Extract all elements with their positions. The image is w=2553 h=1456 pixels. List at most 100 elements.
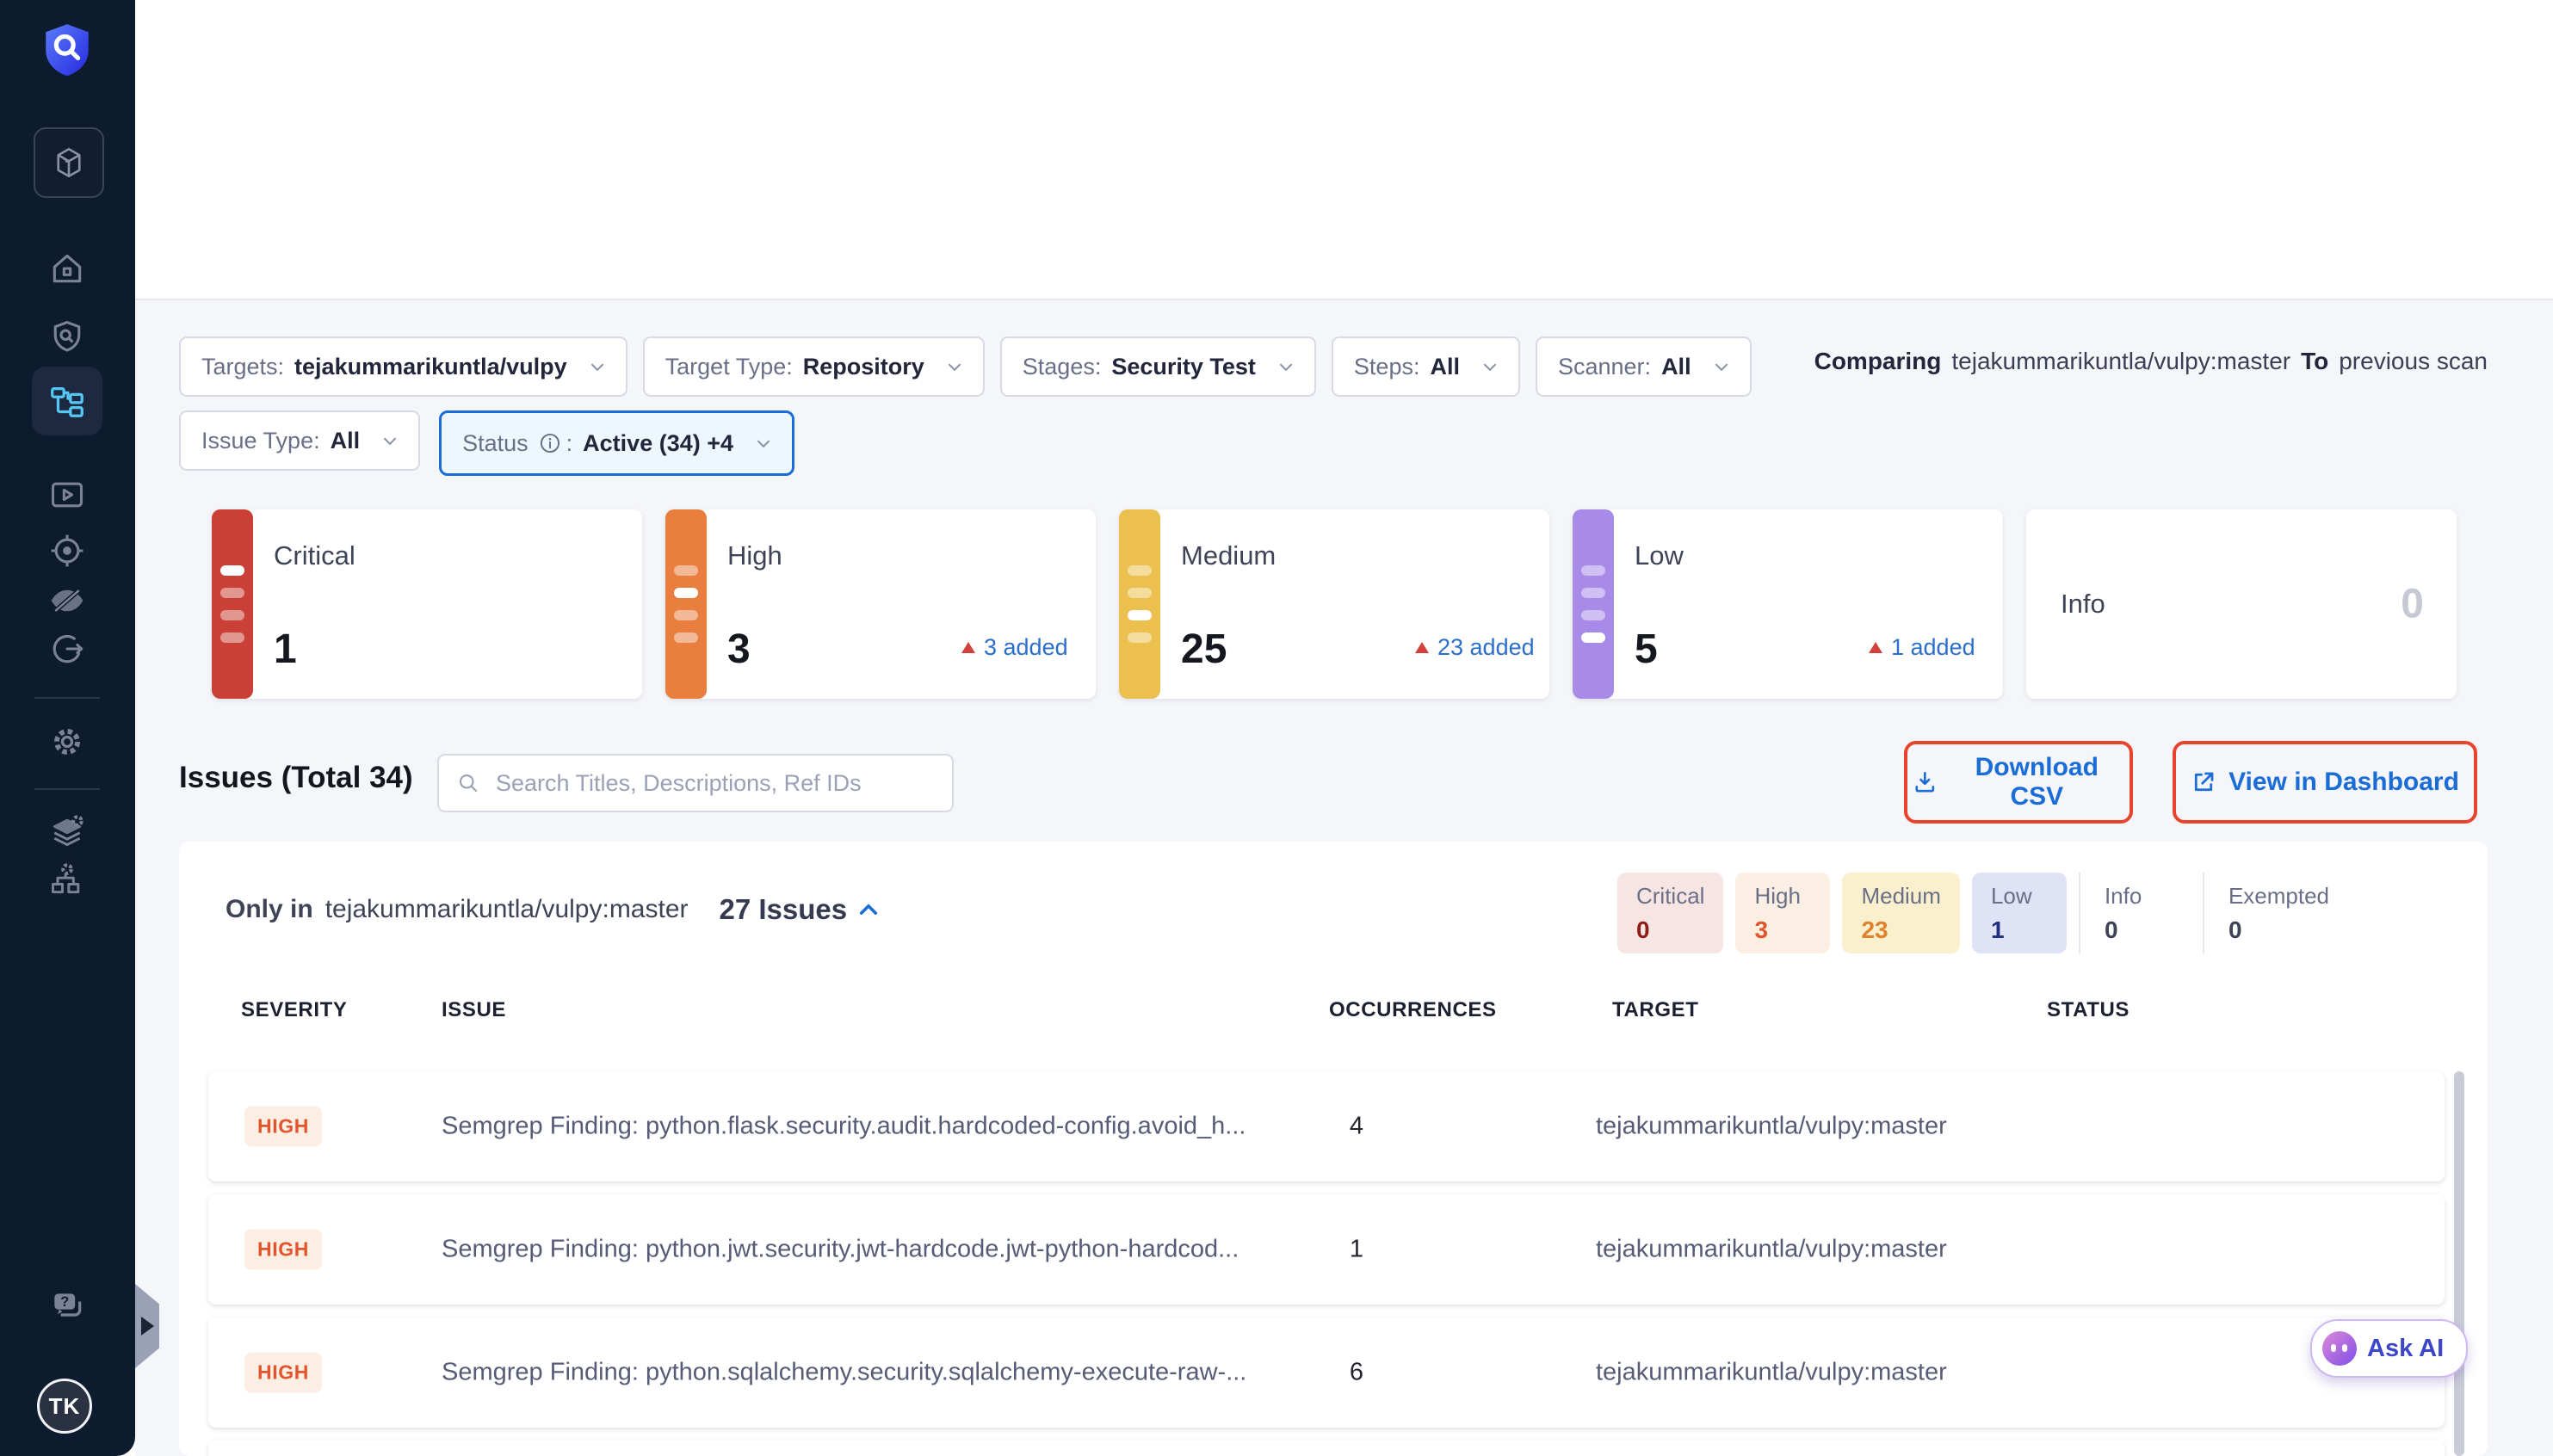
exemptions-nav-item[interactable]	[48, 582, 86, 620]
medium-card[interactable]: Medium 25 23 added	[1119, 509, 1549, 699]
col-header-issue: ISSUE	[442, 998, 506, 1022]
info-count: 0	[2401, 581, 2424, 628]
issue-title[interactable]: Semgrep Finding: python.flask.security.a…	[442, 1113, 1246, 1141]
occurrences-value: 6	[1338, 1359, 1375, 1387]
info-icon	[539, 432, 561, 454]
severity-badge: HIGH	[244, 1353, 322, 1393]
target-value: tejakummarikuntla/vulpy:master	[1596, 1359, 1947, 1387]
executions-nav-item[interactable]	[48, 476, 86, 514]
executions-icon	[48, 476, 86, 514]
comparing-target: tejakummarikuntla/vulpy:master	[1951, 348, 2290, 375]
subset-header[interactable]: Only in tejakummarikuntla/vulpy:master 2…	[226, 893, 878, 926]
table-scrollbar[interactable]	[2454, 1071, 2464, 1456]
comparing-baseline: previous scan	[2339, 348, 2488, 375]
eye-off-icon	[48, 582, 86, 620]
issue-title[interactable]: Semgrep Finding: python.jwt.security.jwt…	[442, 1236, 1239, 1264]
svg-text:?: ?	[60, 1294, 69, 1310]
severity-badge: HIGH	[244, 1230, 322, 1270]
target-value: tejakummarikuntla/vulpy:master	[1596, 1113, 1947, 1141]
help-button[interactable]: ?	[48, 1287, 86, 1325]
view-in-dashboard-button[interactable]: View in Dashboard	[2185, 767, 2464, 798]
occurrences-value: 1	[1338, 1236, 1375, 1264]
ai-mascot-icon	[2322, 1331, 2357, 1366]
medium-count: 25	[1181, 626, 1227, 673]
harness-sto-logo-icon[interactable]	[38, 21, 96, 77]
issue-type-filter-dropdown[interactable]: Issue Type:All	[179, 410, 420, 471]
filter-bar: Targets:tejakummarikuntla/vulpy Target T…	[179, 336, 1752, 397]
target-type-filter-dropdown[interactable]: Target Type:Repository	[643, 336, 985, 397]
sidebar-divider	[34, 788, 100, 790]
scanner-filter-dropdown[interactable]: Scanner:All	[1536, 336, 1752, 397]
pipelines-nav-item-active[interactable]	[32, 367, 102, 435]
targets-nav-item[interactable]	[48, 532, 86, 570]
home-icon	[48, 250, 86, 287]
left-nav-sidebar: ? TK	[0, 0, 135, 1456]
home-nav-item[interactable]	[48, 250, 86, 287]
exit-icon	[48, 630, 86, 668]
pill-info: Info0	[2079, 873, 2191, 953]
info-card[interactable]: Info 0	[2026, 509, 2457, 699]
target-icon	[48, 532, 86, 570]
help-chat-icon: ?	[48, 1287, 86, 1325]
test-targets-nav-item[interactable]	[48, 318, 86, 356]
low-count: 5	[1635, 626, 1658, 673]
triangle-up-icon	[961, 642, 975, 653]
user-avatar[interactable]: TK	[37, 1379, 92, 1434]
org-settings-nav-item[interactable]	[48, 861, 86, 898]
cube-icon	[51, 145, 87, 181]
default-settings-nav-item[interactable]	[48, 812, 86, 850]
medium-added: 23 added	[1415, 634, 1535, 661]
high-card[interactable]: High 3 3 added	[665, 509, 1096, 699]
high-meter-icon	[665, 509, 707, 699]
critical-count: 1	[274, 626, 297, 673]
col-header-severity: SEVERITY	[241, 998, 348, 1022]
stages-filter-dropdown[interactable]: Stages:Security Test	[1000, 336, 1316, 397]
module-switcher-button[interactable]	[34, 127, 104, 198]
col-header-status: STATUS	[2047, 998, 2130, 1022]
high-count: 3	[727, 626, 751, 673]
pill-low: Low1	[1972, 873, 2067, 953]
issue-title[interactable]: Semgrep Finding: python.sqlalchemy.secur…	[442, 1359, 1246, 1387]
layers-settings-icon	[48, 812, 86, 850]
high-added: 3 added	[961, 634, 1068, 661]
issues-section-title: Issues (Total 34)	[179, 761, 413, 795]
low-added: 1 added	[1869, 634, 1975, 661]
table-row[interactable]: HIGH Semgrep Finding: python.sqlalchemy.…	[208, 1317, 2445, 1428]
sidebar-divider	[34, 697, 100, 699]
severity-pill-summary: Critical0 High3 Medium23 Low1 Info0 Exem…	[1617, 873, 2360, 953]
subset-count: 27 Issues	[720, 893, 848, 926]
download-csv-button[interactable]: Download CSV	[1907, 752, 2130, 812]
table-row[interactable]: HIGH Semgrep Finding: python.flask.secur…	[208, 1071, 2445, 1181]
chevron-down-icon	[1714, 362, 1729, 372]
table-row[interactable]: HIGH Semgrep Finding: python.jwt.securit…	[208, 1194, 2445, 1305]
chevron-down-icon	[382, 436, 398, 446]
status-filter-dropdown[interactable]: Status : Active (34) +4	[439, 410, 794, 476]
severity-badge: HIGH	[244, 1107, 322, 1147]
critical-card[interactable]: Critical 1	[212, 509, 642, 699]
expand-arrow-icon	[141, 1317, 154, 1336]
issues-search[interactable]	[437, 754, 954, 812]
download-csv-annotation: Download CSV	[1904, 741, 2133, 824]
search-icon	[456, 771, 480, 795]
settings-nav-item[interactable]	[48, 723, 86, 761]
chevron-down-icon	[590, 362, 605, 372]
low-meter-icon	[1573, 509, 1614, 699]
filter-bar-row2: Issue Type:All Status : Active (34) +4	[179, 410, 794, 476]
targets-filter-dropdown[interactable]: Targets:tejakummarikuntla/vulpy	[179, 336, 627, 397]
pill-medium: Medium23	[1842, 873, 1959, 953]
medium-meter-icon	[1119, 509, 1160, 699]
low-card[interactable]: Low 5 1 added	[1573, 509, 2003, 699]
table-row[interactable]: MEDIUM Active debug code 4 tejakummariku…	[208, 1441, 2445, 1456]
ask-ai-button[interactable]: Ask AI	[2310, 1319, 2468, 1378]
issues-table-body: HIGH Semgrep Finding: python.flask.secur…	[208, 1071, 2445, 1456]
search-input[interactable]	[494, 769, 935, 798]
pill-critical: Critical0	[1617, 873, 1723, 953]
steps-filter-dropdown[interactable]: Steps:All	[1332, 336, 1520, 397]
view-in-dashboard-annotation: View in Dashboard	[2173, 741, 2477, 824]
getting-started-nav-item[interactable]	[48, 630, 86, 668]
chevron-down-icon	[1482, 362, 1498, 372]
gear-icon	[48, 723, 86, 761]
download-icon	[1913, 769, 1938, 795]
hierarchy-settings-icon	[48, 861, 86, 898]
chevron-up-icon[interactable]	[859, 904, 878, 916]
